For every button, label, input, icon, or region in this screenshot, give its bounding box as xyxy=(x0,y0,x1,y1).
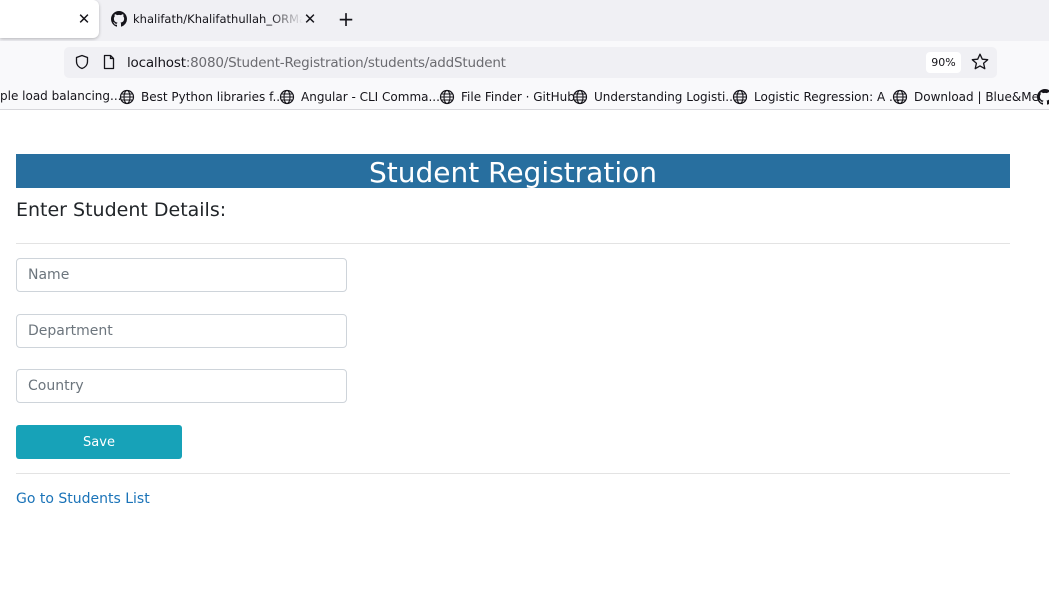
divider xyxy=(16,243,1010,244)
bookmark-item[interactable]: Logistic Regression: A ... xyxy=(732,89,900,105)
form-heading: Enter Student Details: xyxy=(16,199,227,221)
bookmark-item[interactable]: Understanding Logisti... xyxy=(572,89,737,105)
bookmark-item[interactable]: Angular - CLI Comma... xyxy=(279,89,440,105)
divider xyxy=(16,473,1010,474)
bookmark-item[interactable]: ple load balancing... xyxy=(0,89,121,103)
close-icon[interactable]: ✕ xyxy=(77,12,91,27)
page-icon xyxy=(103,54,115,70)
tab-active[interactable]: ✕ xyxy=(0,0,99,38)
name-field[interactable] xyxy=(16,258,347,292)
bookmarks-toolbar: ple load balancing... Best Python librar… xyxy=(0,85,1049,110)
new-tab-button[interactable]: + xyxy=(336,9,356,29)
bookmark-label: File Finder · GitHub xyxy=(461,90,575,104)
bookmark-label: Logistic Regression: A ... xyxy=(754,90,901,104)
bookmark-item[interactable]: Best Python libraries f... xyxy=(119,89,284,105)
github-icon xyxy=(111,11,127,27)
globe-icon xyxy=(119,89,135,105)
globe-icon xyxy=(439,89,455,105)
bookmark-item[interactable]: Download | Blue&Me xyxy=(892,89,1039,105)
page-title: Student Registration xyxy=(16,154,1010,189)
github-icon xyxy=(1037,89,1049,105)
address-bar[interactable]: localhost:8080/Student-Registration/stud… xyxy=(64,47,997,78)
bookmark-label: Best Python libraries f... xyxy=(141,90,284,104)
globe-icon xyxy=(572,89,588,105)
bookmark-label: Understanding Logisti... xyxy=(594,90,737,104)
bookmark-label: Download | Blue&Me xyxy=(914,90,1039,104)
bookmark-label: ple load balancing... xyxy=(0,89,122,103)
globe-icon xyxy=(279,89,295,105)
url-text[interactable]: localhost:8080/Student-Registration/stud… xyxy=(127,55,506,71)
tab-strip: ✕ khalifath/Khalifathullah_ORMapping ✕ + xyxy=(0,0,1049,41)
nav-toolbar: localhost:8080/Student-Registration/stud… xyxy=(0,41,1049,85)
department-field[interactable] xyxy=(16,314,347,348)
bookmark-item[interactable] xyxy=(1037,89,1049,105)
tab-github[interactable]: khalifath/Khalifathullah_ORMapping ✕ xyxy=(108,0,320,38)
bookmark-label: Angular - CLI Comma... xyxy=(301,90,440,104)
url-host: localhost xyxy=(127,55,186,71)
save-button[interactable]: Save xyxy=(16,425,182,459)
country-field[interactable] xyxy=(16,369,347,403)
shield-icon[interactable] xyxy=(74,54,90,70)
tab-title: khalifath/Khalifathullah_ORMapping xyxy=(133,12,303,26)
url-path: :8080/Student-Registration/students/addS… xyxy=(185,55,506,71)
close-icon[interactable]: ✕ xyxy=(303,12,317,27)
globe-icon xyxy=(732,89,748,105)
zoom-level-badge[interactable]: 90% xyxy=(926,52,961,73)
bookmark-item[interactable]: File Finder · GitHub xyxy=(439,89,575,105)
students-list-link[interactable]: Go to Students List xyxy=(16,491,150,507)
bookmark-star-icon[interactable] xyxy=(970,52,990,72)
globe-icon xyxy=(892,89,908,105)
